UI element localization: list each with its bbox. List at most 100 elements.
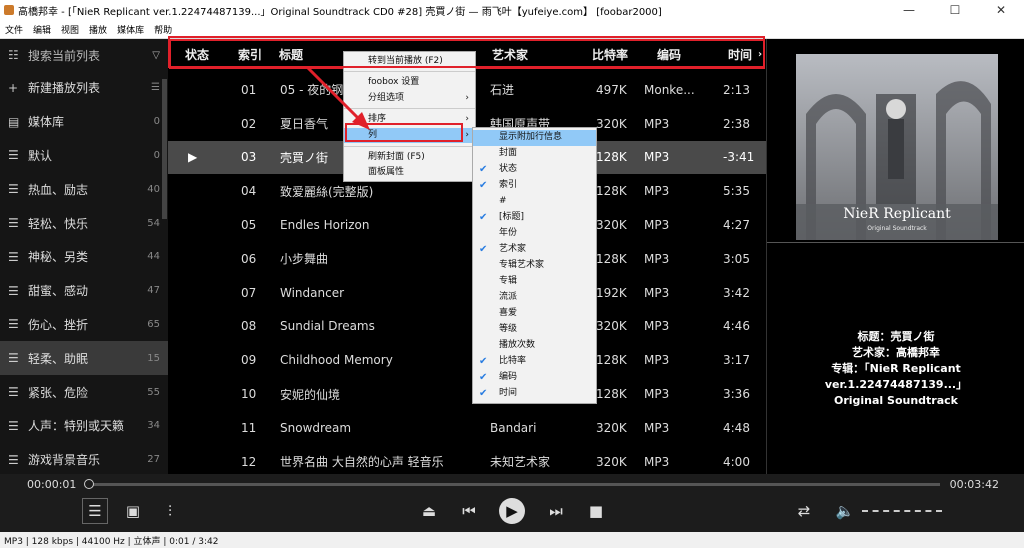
sidebar-item[interactable]: ☰ 游戏背景音乐 27: [0, 443, 168, 477]
sidebar-item[interactable]: + 新建播放列表 ☰: [0, 71, 168, 105]
eject-icon[interactable]: ⏏: [416, 498, 442, 524]
menu-view[interactable]: 视图: [56, 23, 84, 36]
sidebar-item-label: 默认: [28, 148, 53, 163]
menu-library[interactable]: 媒体库: [112, 23, 149, 36]
sidebar-item[interactable]: ☰ 默认 0: [0, 139, 168, 173]
sidebar-item-label: 轻松、快乐: [28, 216, 89, 231]
sidebar-item[interactable]: ▤ 媒体库 0: [0, 105, 168, 139]
submenu-item[interactable]: 专辑艺术家: [473, 258, 596, 274]
cell-bitrate: 320K: [596, 218, 627, 233]
playlist-toggle-icon[interactable]: ☰: [82, 498, 108, 524]
cell-index: 07: [241, 285, 257, 300]
submenu-item[interactable]: ✔ 时间: [473, 386, 596, 402]
cell-artist: 未知艺术家: [490, 455, 551, 470]
cover-toggle-icon[interactable]: ▣: [120, 498, 146, 524]
menu-edit[interactable]: 编辑: [28, 23, 56, 36]
columns-submenu: 显示附加行信息 封面 ✔ 状态 ✔ 索引 # ✔ [标题] 年份 ✔ 艺术家 专辑艺术家 专辑 流派 喜爱 等级…: [472, 127, 597, 404]
sidebar-item[interactable]: ☰ 紧张、危险 55: [0, 375, 168, 409]
sidebar-item[interactable]: ☰ 甜蜜、感动 47: [0, 274, 168, 308]
chevron-right-icon: ›: [465, 93, 469, 103]
submenu-item[interactable]: ✔ 比特率: [473, 354, 596, 370]
cell-time: 3:05: [723, 251, 750, 266]
cell-bitrate: 320K: [596, 454, 627, 469]
table-row[interactable]: 05 Endles Horizon 320K MP3 4:27: [168, 208, 766, 242]
chevron-down-icon[interactable]: ▽: [152, 50, 160, 61]
volume-slider[interactable]: [862, 510, 942, 512]
table-row[interactable]: 11 Snowdream Bandari 320K MP3 4:48: [168, 411, 766, 445]
submenu-item[interactable]: 专辑: [473, 274, 596, 290]
cell-artist: Bandari: [490, 420, 537, 435]
seek-handle[interactable]: [84, 479, 94, 489]
list-icon: ☰: [8, 385, 19, 400]
sidebar-item[interactable]: ☰ 人声：特别或天籁 34: [0, 409, 168, 443]
menu-file[interactable]: 文件: [0, 23, 28, 36]
sidebar-item[interactable]: ☰ 热血、励志 40: [0, 172, 168, 206]
submenu-item[interactable]: ✔ 状态: [473, 162, 596, 178]
table-row[interactable]: 06 小步舞曲 128K MP3 3:05: [168, 242, 766, 276]
cell-bitrate: 192K: [596, 285, 627, 300]
submenu-item[interactable]: ✔ 编码: [473, 370, 596, 386]
sidebar-item-count: 65: [147, 318, 160, 330]
sidebar-item[interactable]: ☰ 轻柔、助眠 15: [0, 341, 168, 376]
table-row[interactable]: 08 Sundial Dreams 320K MP3 4:46: [168, 310, 766, 344]
volume-icon[interactable]: 🔈: [832, 498, 858, 524]
stop-icon[interactable]: ■: [583, 498, 609, 524]
meta-artist: 艺术家：高橋邦幸: [852, 346, 940, 359]
submenu-item[interactable]: 封面: [473, 146, 596, 162]
sidebar-scrollbar[interactable]: [162, 79, 167, 219]
maximize-button[interactable]: ☐: [932, 0, 978, 20]
title-bar: 高橋邦幸 - [「NieR Replicant ver.1.2247448713…: [0, 0, 1024, 20]
sidebar-item[interactable]: ☰ 伤心、挫折 65: [0, 308, 168, 342]
divider: [767, 242, 1024, 243]
previous-icon[interactable]: ⏮: [456, 498, 482, 524]
submenu-item-label: 状态: [499, 164, 518, 174]
cell-time: 4:27: [723, 218, 750, 233]
list-icon: ☰: [8, 148, 19, 163]
sidebar-item-label: 媒体库: [28, 115, 65, 130]
submenu-item[interactable]: ✔ [标题]: [473, 210, 596, 226]
table-row[interactable]: 10 安妮的仙境 128K MP3 3:36: [168, 377, 766, 411]
cell-index: 06: [241, 251, 257, 266]
submenu-item[interactable]: 等级: [473, 322, 596, 338]
cell-index: 12: [241, 454, 257, 469]
minimize-button[interactable]: —: [886, 0, 932, 20]
submenu-item[interactable]: ✔ 艺术家: [473, 242, 596, 258]
menu-help[interactable]: 帮助: [149, 23, 177, 36]
table-row[interactable]: 09 Childhood Memory 128K MP3 3:17: [168, 343, 766, 377]
list-icon: ☰: [8, 418, 19, 433]
cell-index: 08: [241, 319, 257, 334]
table-row[interactable]: 07 Windancer 192K MP3 3:42: [168, 276, 766, 310]
submenu-item[interactable]: 流派: [473, 290, 596, 306]
plus-icon: +: [8, 80, 19, 95]
playlist-search-input[interactable]: 搜索当前列表: [28, 47, 152, 64]
submenu-item[interactable]: 播放次数: [473, 338, 596, 354]
status-bar: MP3 | 128 kbps | 44100 Hz | 立体声 | 0:01 /…: [0, 532, 1024, 548]
cell-bitrate: 128K: [596, 387, 627, 402]
submenu-item[interactable]: 喜爱: [473, 306, 596, 322]
next-icon[interactable]: ⏭: [543, 498, 569, 524]
sidebar-item[interactable]: ☰ 神秘、另类 44: [0, 240, 168, 274]
play-icon[interactable]: ▶: [499, 498, 525, 524]
close-button[interactable]: ✕: [978, 0, 1024, 20]
equalizer-icon[interactable]: ⫶: [157, 498, 183, 524]
playlist-search[interactable]: ☷ 搜索当前列表 ▽: [0, 39, 168, 71]
menu-playback[interactable]: 播放: [84, 23, 112, 36]
sidebar-item[interactable]: ☰ 轻松、快乐 54: [0, 206, 168, 240]
cell-bitrate: 128K: [596, 353, 627, 368]
cell-codec: Monke...: [644, 82, 695, 97]
ctx-refresh[interactable]: 刷新封面 (F5): [344, 150, 475, 165]
list-icon: ☰: [8, 182, 19, 197]
seek-bar[interactable]: [88, 483, 940, 486]
submenu-item[interactable]: 显示附加行信息: [473, 130, 596, 146]
ctx-props[interactable]: 面板属性: [344, 165, 475, 180]
repeat-icon[interactable]: ⇄: [791, 498, 817, 524]
submenu-item[interactable]: ✔ 索引: [473, 178, 596, 194]
cell-bitrate: 497K: [596, 82, 627, 97]
sidebar-item-count: 44: [147, 251, 160, 263]
cell-codec: MP3: [644, 285, 670, 300]
sidebar-item-label: 人声：特别或天籁: [28, 419, 125, 434]
cell-time: 3:36: [723, 387, 750, 402]
submenu-item[interactable]: #: [473, 194, 596, 210]
check-icon: ✔: [479, 244, 488, 255]
submenu-item[interactable]: 年份: [473, 226, 596, 242]
